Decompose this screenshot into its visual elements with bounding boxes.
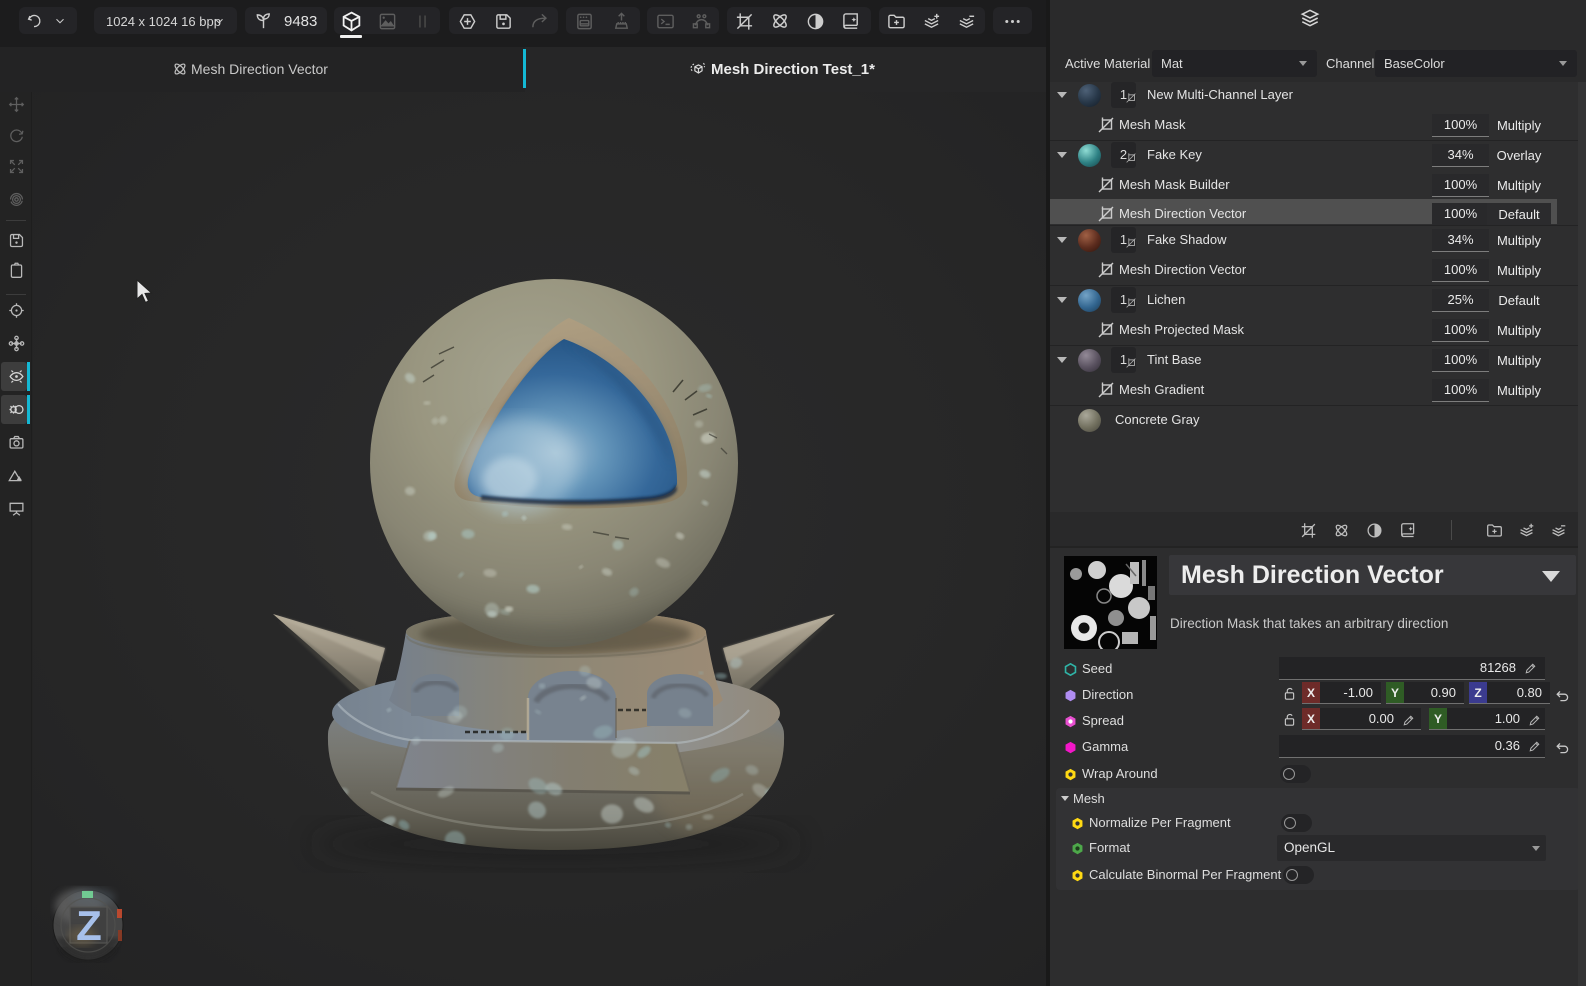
- svg-text:Z: Z: [76, 902, 102, 949]
